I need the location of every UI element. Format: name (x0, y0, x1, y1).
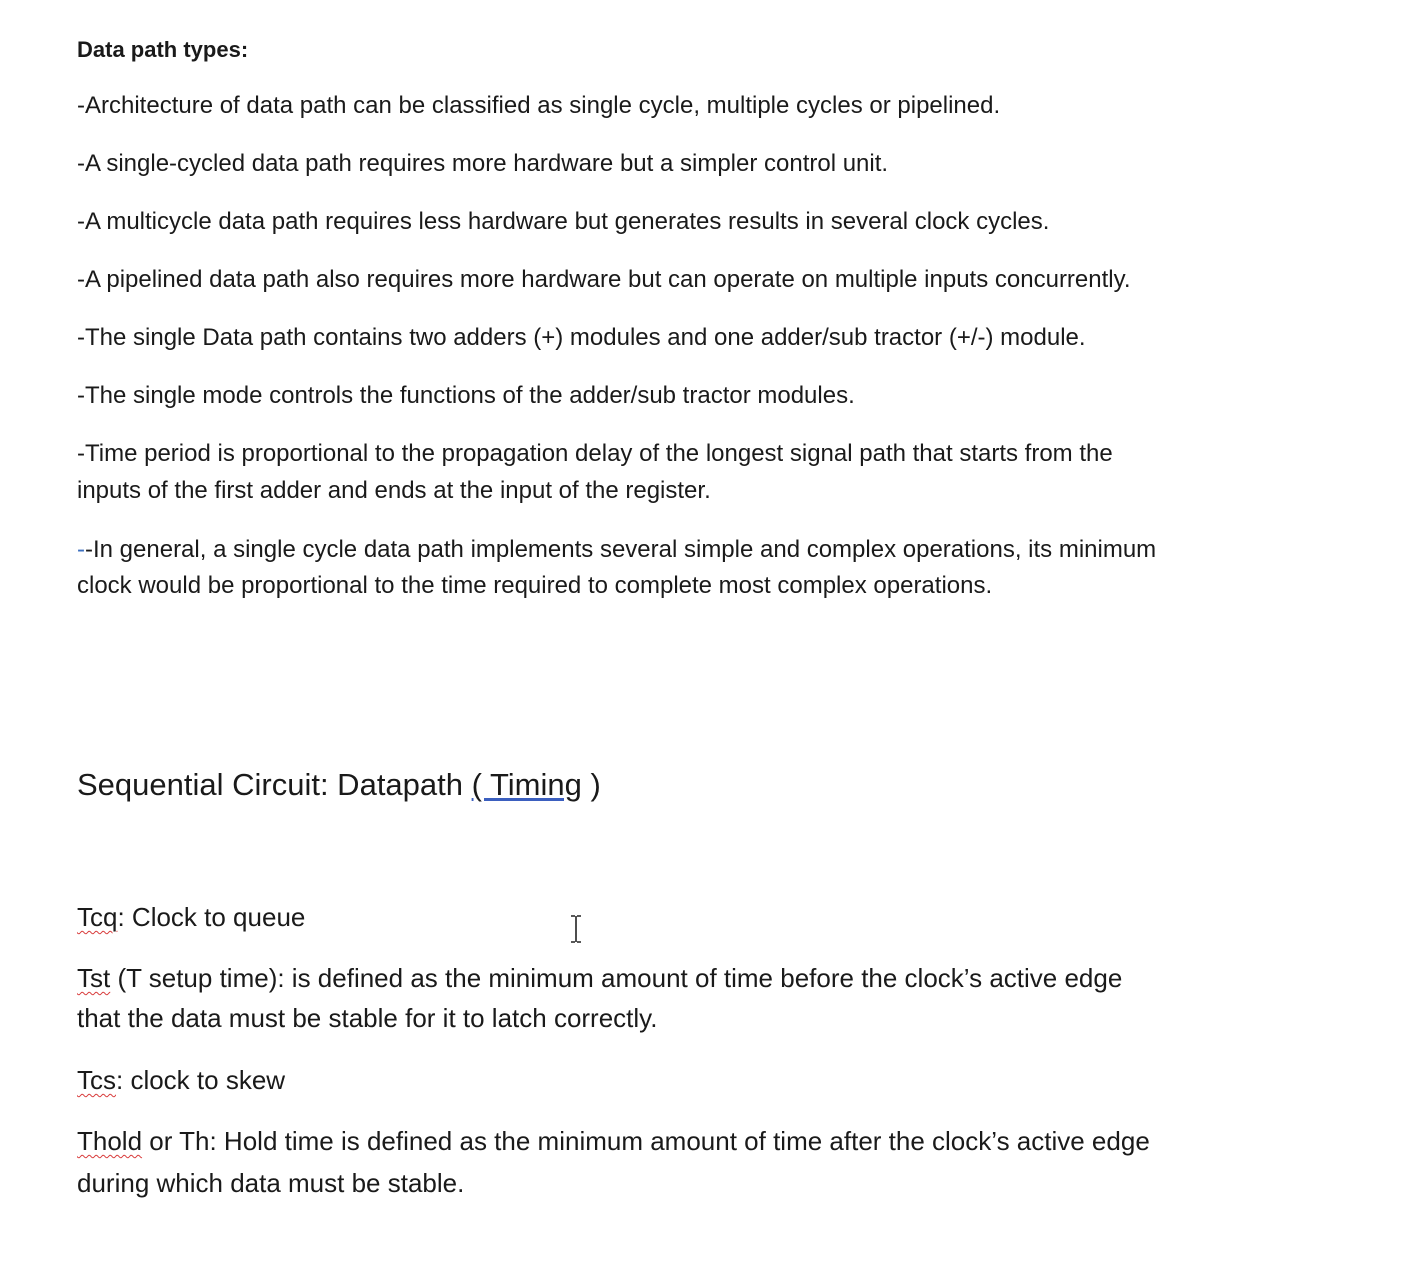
section-heading-sequential-circuit: Sequential Circuit: Datapath ( Timing ) (77, 765, 601, 805)
list-item: -A pipelined data path also requires mor… (77, 266, 1131, 293)
bullet-mark: - (77, 536, 85, 563)
list-item-text: -In general, a single cycle data path im… (85, 536, 1157, 563)
definition-tst: Tst (T setup time): is defined as the mi… (77, 958, 1122, 999)
definition-thold: Thold or Th: Hold time is defined as the… (77, 1121, 1150, 1162)
list-item-line: inputs of the first adder and ends at th… (77, 477, 711, 504)
list-item: -Architecture of data path can be classi… (77, 92, 1001, 119)
definition-thold-line2: during which data must be stable. (77, 1168, 465, 1198)
definition-tcs: Tcs: clock to skew (77, 1060, 285, 1101)
definition-text: or Th: Hold time is defined as the minim… (142, 1126, 1150, 1156)
list-item: -The single Data path contains two adder… (77, 324, 1086, 351)
timing-link[interactable]: ( Timing (472, 767, 582, 802)
list-item-line: -Time period is proportional to the prop… (77, 440, 1113, 467)
list-item: -A single-cycled data path requires more… (77, 150, 889, 177)
text-cursor-icon (571, 915, 581, 943)
definition-tcq: Tcq: Clock to queue (77, 897, 305, 938)
list-item: -The single mode controls the functions … (77, 382, 855, 409)
term-tcs: Tcs (77, 1065, 116, 1095)
heading-closing: ) (581, 767, 601, 802)
section-heading-data-path-types: Data path types: (77, 37, 249, 62)
definition-text: : Clock to queue (117, 902, 306, 932)
list-item: -A multicycle data path requires less ha… (77, 208, 1050, 235)
term-thold: Thold (77, 1126, 143, 1156)
definition-tst-line2: that the data must be stable for it to l… (77, 1003, 658, 1033)
list-item-line: clock would be proportional to the time … (77, 572, 993, 599)
definition-text: : clock to skew (116, 1065, 286, 1095)
term-tcq: Tcq (77, 902, 118, 932)
heading-text: Sequential Circuit: Datapath (77, 767, 472, 802)
definition-text: (T setup time): is defined as the minimu… (110, 963, 1123, 993)
list-item-line: --In general, a single cycle data path i… (77, 531, 1156, 568)
term-tst: Tst (77, 963, 111, 993)
